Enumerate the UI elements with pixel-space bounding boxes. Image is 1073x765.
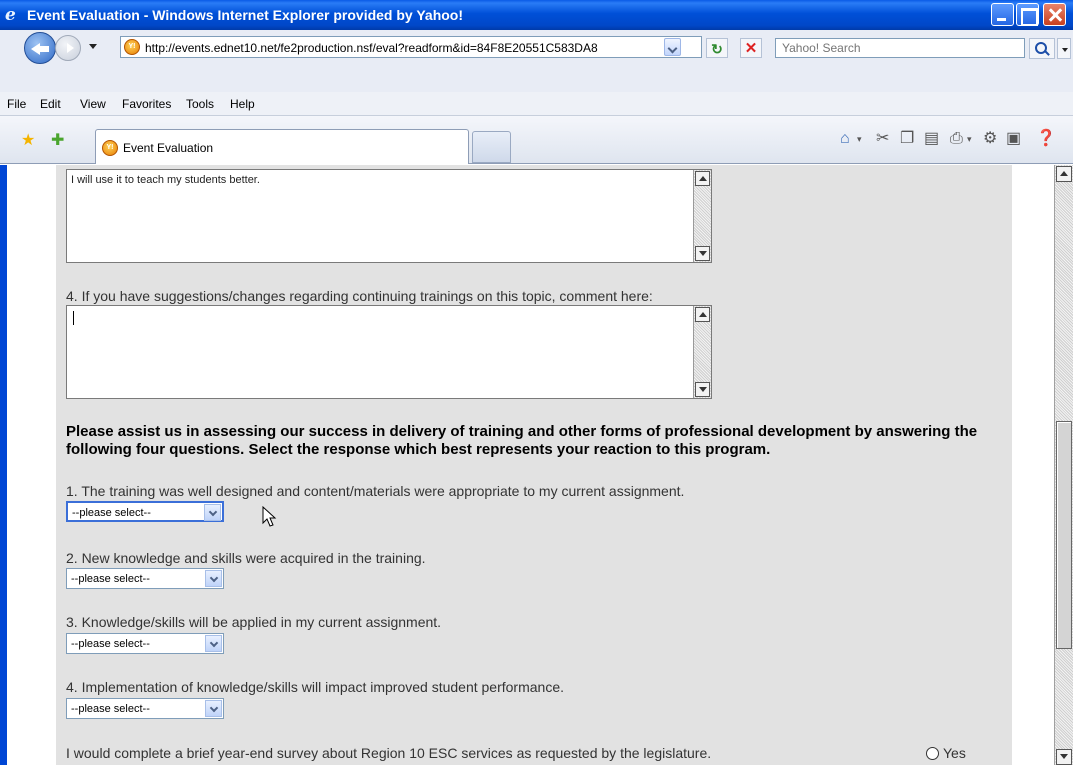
evaluation-form: I will use it to teach my students bette…	[56, 165, 1012, 765]
tab-toolbar: ★ ✚ Y! Event Evaluation ⌂ ▾ ✂ ❐ ▤ ⎙ ▾ ⚙ …	[0, 116, 1073, 164]
tab-label: Event Evaluation	[123, 141, 214, 155]
gear-icon[interactable]: ⚙	[983, 129, 997, 149]
rating-3-value: --please select--	[71, 638, 150, 650]
rating-3-label: 3. Knowledge/skills will be applied in m…	[66, 614, 442, 630]
page-viewport: I will use it to teach my students bette…	[7, 165, 1054, 765]
page-scrollbar[interactable]	[1054, 165, 1073, 765]
stop-icon[interactable]: ✕	[740, 38, 762, 58]
scroll-up-icon[interactable]	[1056, 166, 1072, 182]
close-button[interactable]	[1043, 3, 1066, 26]
forward-button[interactable]	[55, 35, 81, 61]
address-dropdown-button[interactable]	[664, 38, 681, 56]
text-cursor	[73, 311, 74, 325]
search-options-dropdown[interactable]	[1057, 38, 1071, 59]
textarea-scrollbar[interactable]	[693, 306, 711, 398]
cut-icon[interactable]: ✂	[876, 129, 889, 149]
refresh-icon[interactable]: ↻	[706, 38, 728, 58]
q4-label: 4. If you have suggestions/changes regar…	[66, 288, 653, 304]
address-toolbar: Y! http://events.ednet10.net/fe2producti…	[0, 30, 1073, 92]
survey-yes-radio[interactable]	[926, 747, 939, 760]
rating-4-label: 4. Implementation of knowledge/skills wi…	[66, 679, 565, 695]
add-favorite-icon[interactable]: ✚	[51, 133, 64, 149]
ie-icon: e	[5, 5, 16, 25]
scroll-down-icon[interactable]	[695, 246, 710, 261]
scroll-down-icon[interactable]	[695, 382, 710, 397]
q3-textarea[interactable]: I will use it to teach my students bette…	[66, 169, 712, 263]
yahoo-site-icon: Y!	[102, 140, 118, 156]
menu-bar: File Edit View Favorites Tools Help	[0, 92, 1073, 116]
help-icon[interactable]: ❓	[1036, 129, 1056, 149]
address-field[interactable]: Y! http://events.ednet10.net/fe2producti…	[120, 36, 702, 58]
rating-instructions: Please assist us in assessing our succes…	[66, 423, 978, 458]
rating-1-value: --please select--	[72, 507, 151, 519]
search-field[interactable]	[775, 38, 1025, 58]
menu-favorites[interactable]: Favorites	[122, 97, 171, 111]
q3-answer-text: I will use it to teach my students bette…	[71, 174, 260, 186]
yahoo-site-icon: Y!	[124, 39, 140, 55]
textarea-scrollbar[interactable]	[693, 170, 711, 262]
window-title: Event Evaluation - Windows Internet Expl…	[27, 7, 464, 23]
new-tab-button[interactable]	[472, 131, 511, 163]
address-url[interactable]: http://events.ednet10.net/fe2production.…	[145, 41, 660, 55]
scrollbar-thumb[interactable]	[1056, 421, 1072, 649]
page-icon[interactable]: ▣	[1006, 129, 1021, 149]
rating-2-value: --please select--	[71, 573, 150, 585]
menu-tools[interactable]: Tools	[186, 97, 214, 111]
minimize-button[interactable]	[991, 3, 1014, 26]
rating-1-label: 1. The training was well designed and co…	[66, 483, 685, 499]
chevron-down-icon[interactable]	[205, 570, 222, 587]
rating-1-select[interactable]: --please select--	[66, 501, 224, 522]
favorites-star-icon[interactable]: ★	[21, 133, 35, 149]
scroll-up-icon[interactable]	[695, 171, 710, 186]
scroll-down-icon[interactable]	[1056, 749, 1072, 765]
menu-file[interactable]: File	[7, 97, 26, 111]
scroll-up-icon[interactable]	[695, 307, 710, 322]
search-icon[interactable]	[1029, 38, 1055, 59]
chevron-down-icon[interactable]	[205, 635, 222, 652]
back-button[interactable]	[24, 32, 56, 64]
menu-edit[interactable]: Edit	[40, 97, 61, 111]
history-dropdown-icon[interactable]	[89, 44, 97, 49]
maximize-button[interactable]	[1016, 3, 1039, 26]
home-dropdown-icon[interactable]: ▾	[857, 129, 862, 149]
tab-event-evaluation[interactable]: Y! Event Evaluation	[95, 129, 469, 164]
print-dropdown-icon[interactable]: ▾	[967, 129, 972, 149]
rating-2-select[interactable]: --please select--	[66, 568, 224, 589]
search-input[interactable]	[776, 39, 1024, 57]
browser-window: e Event Evaluation - Windows Internet Ex…	[0, 0, 1073, 765]
menu-help[interactable]: Help	[230, 97, 255, 111]
chevron-down-icon[interactable]	[205, 700, 222, 717]
rating-4-select[interactable]: --please select--	[66, 698, 224, 719]
title-bar: e Event Evaluation - Windows Internet Ex…	[0, 0, 1073, 30]
copy-icon[interactable]: ❐	[900, 129, 914, 149]
print-icon[interactable]: ⎙	[950, 129, 963, 149]
q4-textarea[interactable]	[66, 305, 712, 399]
window-frame-left	[0, 165, 7, 765]
menu-view[interactable]: View	[80, 97, 106, 111]
rating-2-label: 2. New knowledge and skills were acquire…	[66, 550, 426, 566]
home-icon[interactable]: ⌂	[840, 129, 850, 149]
mouse-pointer-icon	[262, 506, 277, 527]
rating-3-select[interactable]: --please select--	[66, 633, 224, 654]
survey-yes-label: Yes	[943, 745, 966, 761]
chevron-down-icon[interactable]	[204, 504, 221, 521]
rating-4-value: --please select--	[71, 703, 150, 715]
paste-icon[interactable]: ▤	[924, 129, 939, 149]
survey-question: I would complete a brief year-end survey…	[66, 745, 712, 761]
